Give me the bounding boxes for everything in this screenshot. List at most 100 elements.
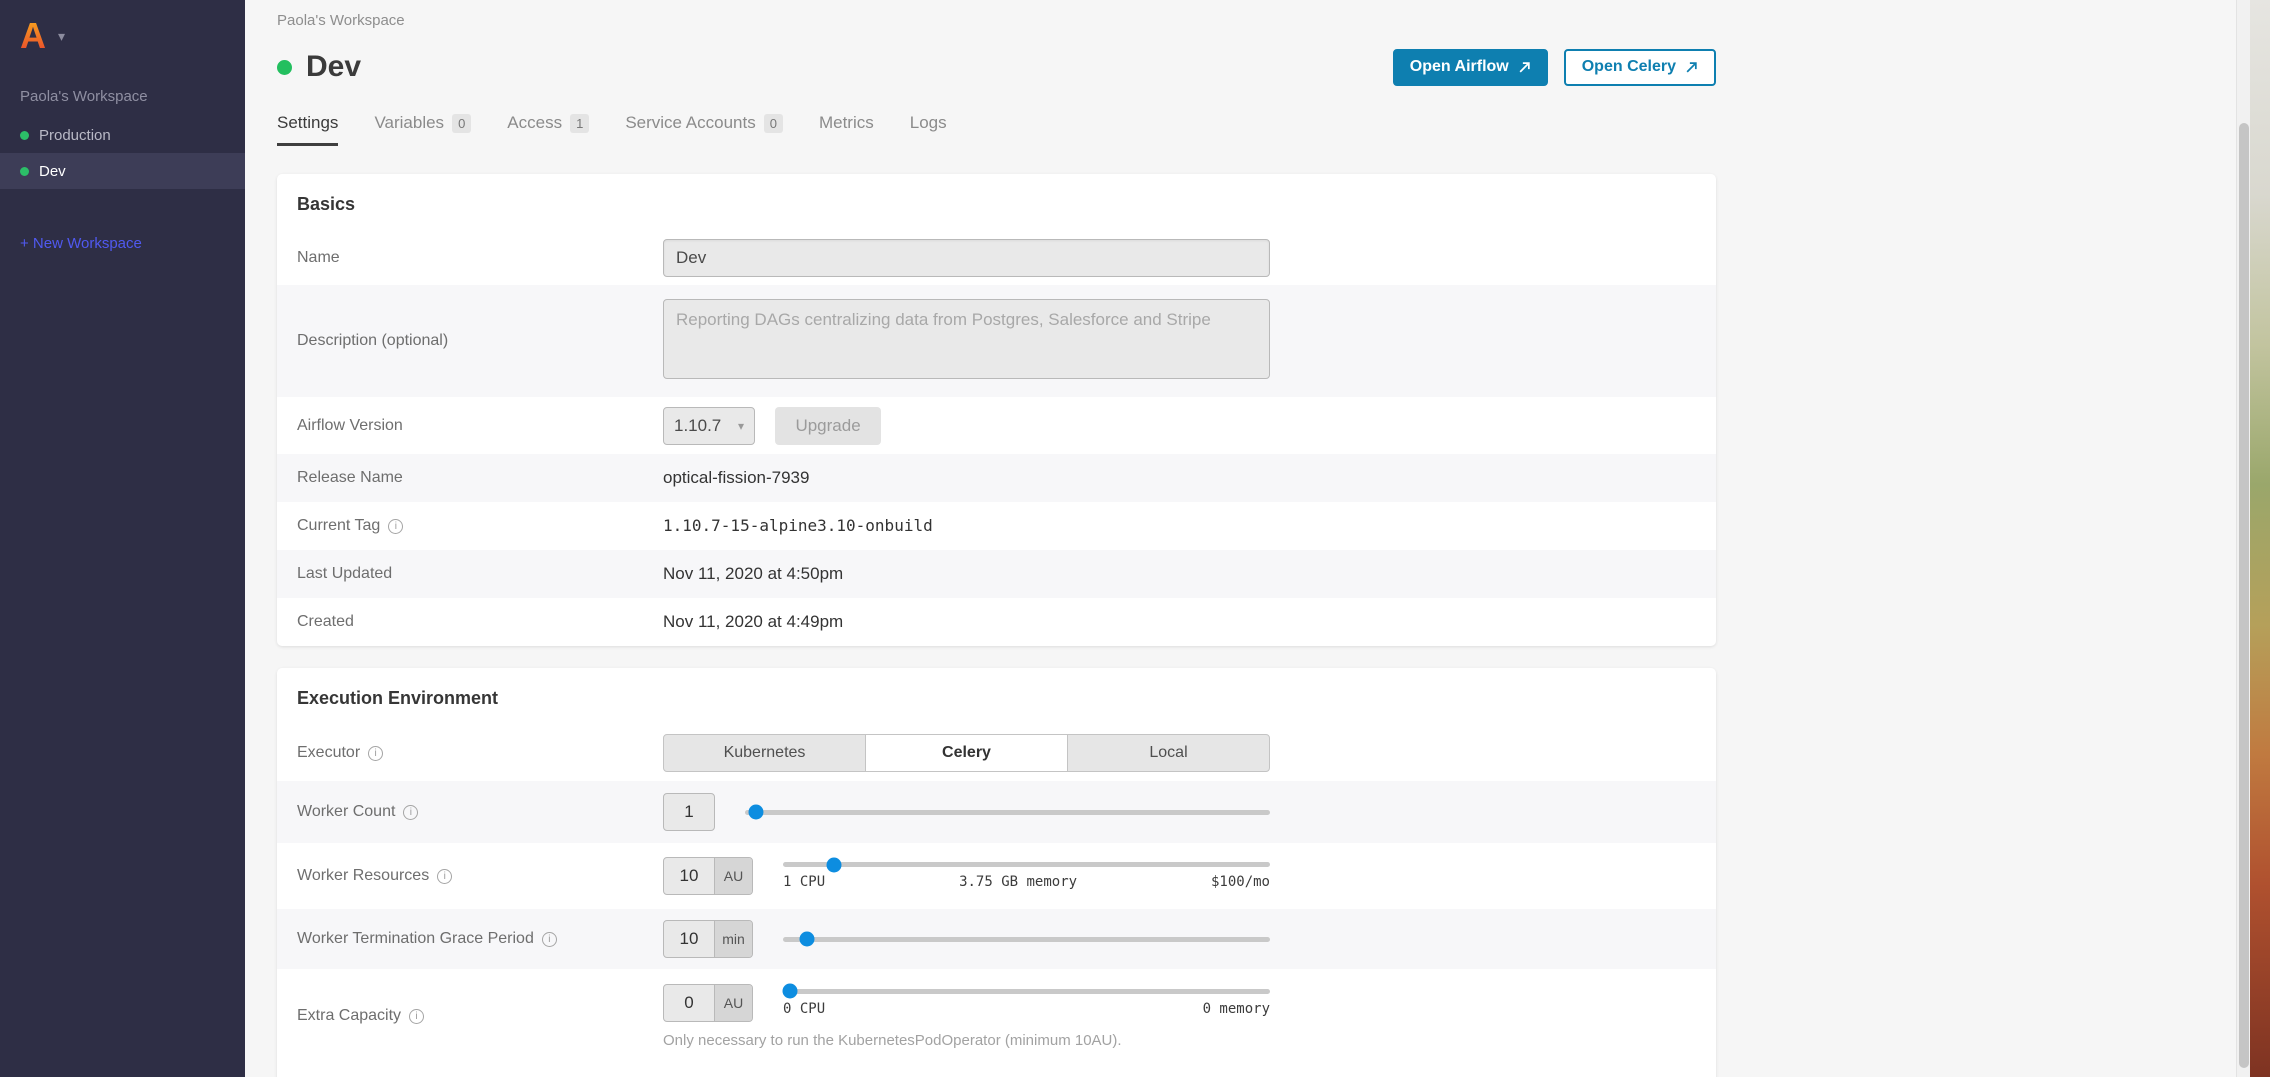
grace-period-label-wrap: Worker Termination Grace Period — [297, 930, 663, 948]
tab-count-badge: 0 — [452, 114, 471, 133]
release-name-row: Release Name optical-fission-7939 — [277, 454, 1716, 502]
info-icon[interactable] — [437, 869, 452, 884]
memory-label: 0 memory — [1203, 1001, 1270, 1017]
worker-resources-row: Worker Resources AU — [277, 843, 1716, 909]
basics-card-title: Basics — [277, 174, 1716, 231]
grace-period-input-wrap: min — [663, 920, 753, 958]
tab-label: Settings — [277, 113, 338, 133]
scrollbar-track[interactable] — [2236, 0, 2250, 1077]
tab-metrics[interactable]: Metrics — [819, 113, 874, 146]
extra-capacity-input-wrap: AU — [663, 984, 753, 1022]
upgrade-button[interactable]: Upgrade — [775, 407, 880, 445]
external-link-icon — [1518, 61, 1531, 74]
info-icon[interactable] — [388, 519, 403, 534]
last-updated-label: Last Updated — [297, 565, 663, 583]
airflow-version-control: 1.10.7 Upgrade — [663, 407, 1270, 445]
current-tag-control: 1.10.7-15-alpine3.10-onbuild — [663, 516, 1270, 536]
page-header: Dev Open Airflow Open Celery — [277, 45, 1716, 89]
executor-row: Executor Kubernetes Celery Local — [277, 725, 1716, 781]
worker-resources-slider-labels: 1 CPU 3.75 GB memory $100/mo — [783, 874, 1270, 890]
tab-count-badge: 1 — [570, 114, 589, 133]
info-icon[interactable] — [368, 746, 383, 761]
status-dot-icon — [20, 167, 29, 176]
executor-label-wrap: Executor — [297, 744, 663, 762]
open-airflow-button[interactable]: Open Airflow — [1393, 49, 1548, 86]
extra-capacity-label: Extra Capacity — [297, 1007, 401, 1025]
grace-period-row: Worker Termination Grace Period min — [277, 909, 1716, 969]
cost-label: $100/mo — [1211, 874, 1270, 890]
tab-label: Metrics — [819, 113, 874, 133]
info-icon[interactable] — [403, 805, 418, 820]
extra-capacity-slider-labels: 0 CPU 0 memory — [783, 1001, 1270, 1017]
slider-handle[interactable] — [783, 984, 798, 999]
tab-label: Logs — [910, 113, 947, 133]
slider-rail[interactable] — [783, 989, 1270, 994]
breadcrumb[interactable]: Paola's Workspace — [277, 12, 1716, 29]
description-row: Description (optional) — [277, 285, 1716, 397]
worker-resources-input-wrap: AU — [663, 857, 753, 895]
astronomer-logo[interactable]: A — [20, 18, 46, 54]
executor-option-celery[interactable]: Celery — [865, 734, 1068, 772]
description-textarea[interactable] — [663, 299, 1270, 379]
grace-period-input[interactable] — [664, 921, 714, 957]
content: Paola's Workspace Dev Open Airflow Open … — [277, 12, 1716, 1077]
sidebar-item-dev[interactable]: Dev — [0, 153, 245, 189]
worker-resources-control: AU 1 CPU 3.75 GB memory $100/mo — [663, 857, 1270, 895]
worker-resources-input[interactable] — [664, 858, 714, 894]
title-wrap: Dev — [277, 50, 361, 84]
extra-capacity-row: Extra Capacity AU — [277, 969, 1716, 1063]
open-airflow-label: Open Airflow — [1410, 58, 1509, 76]
slider-rail[interactable] — [783, 862, 1270, 867]
last-updated-control: Nov 11, 2020 at 4:50pm — [663, 564, 1270, 584]
name-input[interactable] — [663, 239, 1270, 277]
tab-access[interactable]: Access 1 — [507, 113, 589, 146]
sidebar: A Paola's Workspace Production Dev + New… — [0, 0, 245, 1077]
tab-label: Variables — [374, 113, 444, 133]
slider-rail[interactable] — [783, 937, 1270, 942]
status-dot-icon — [20, 131, 29, 140]
slider-handle[interactable] — [800, 932, 815, 947]
new-workspace-link[interactable]: + New Workspace — [0, 235, 245, 252]
tab-variables[interactable]: Variables 0 — [374, 113, 471, 146]
slider-rail[interactable] — [745, 810, 1270, 815]
execution-card-title: Execution Environment — [277, 668, 1716, 725]
slider-handle[interactable] — [827, 857, 842, 872]
grace-period-slider — [783, 937, 1270, 942]
airflow-version-select[interactable]: 1.10.7 — [663, 407, 755, 445]
external-link-icon — [1685, 61, 1698, 74]
extra-capacity-control: AU 0 CPU 0 memory — [663, 984, 1270, 1049]
worker-count-label: Worker Count — [297, 803, 395, 821]
basics-card: Basics Name Description (optional) Airfl… — [277, 174, 1716, 646]
tab-service-accounts[interactable]: Service Accounts 0 — [625, 113, 783, 146]
sidebar-item-label: Dev — [39, 163, 66, 180]
cpu-label: 1 CPU — [783, 874, 825, 890]
worker-count-input[interactable] — [664, 794, 714, 830]
logo-row: A — [0, 0, 245, 60]
current-tag-row: Current Tag 1.10.7-15-alpine3.10-onbuild — [277, 502, 1716, 550]
open-celery-label: Open Celery — [1582, 58, 1676, 76]
info-icon[interactable] — [542, 932, 557, 947]
executor-option-kubernetes[interactable]: Kubernetes — [663, 734, 866, 772]
sidebar-item-production[interactable]: Production — [0, 117, 245, 153]
open-celery-button[interactable]: Open Celery — [1564, 49, 1716, 86]
name-label: Name — [297, 249, 663, 267]
main-area: Paola's Workspace Dev Open Airflow Open … — [245, 0, 2270, 1077]
chevron-down-icon[interactable] — [58, 28, 65, 45]
tab-settings[interactable]: Settings — [277, 113, 338, 146]
scrollbar-thumb[interactable] — [2239, 123, 2249, 1068]
slider-handle[interactable] — [748, 805, 763, 820]
extra-capacity-label-wrap: Extra Capacity — [297, 1007, 663, 1025]
au-unit-badge: AU — [714, 985, 752, 1021]
description-label: Description (optional) — [297, 332, 663, 350]
executor-label: Executor — [297, 744, 360, 762]
chevron-down-icon — [738, 419, 744, 433]
grace-period-control: min — [663, 920, 1270, 958]
info-icon[interactable] — [409, 1009, 424, 1024]
sidebar-item-label: Production — [39, 127, 111, 144]
executor-control: Kubernetes Celery Local — [663, 734, 1270, 772]
extra-capacity-input[interactable] — [664, 985, 714, 1021]
description-control — [663, 299, 1270, 384]
tab-logs[interactable]: Logs — [910, 113, 947, 146]
executor-option-local[interactable]: Local — [1067, 734, 1270, 772]
min-unit-badge: min — [714, 921, 752, 957]
